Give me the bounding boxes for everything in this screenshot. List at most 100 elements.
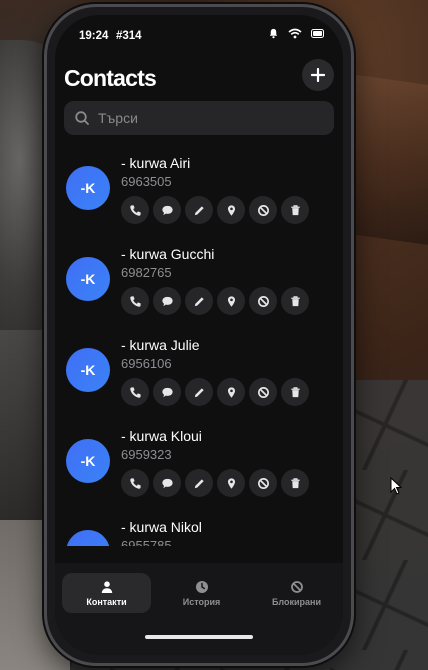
contact-name: - kurwa Nikol bbox=[121, 519, 202, 535]
tab-history[interactable]: История bbox=[157, 573, 246, 613]
location-button[interactable] bbox=[217, 287, 245, 315]
status-icons bbox=[268, 28, 325, 39]
search-input[interactable] bbox=[98, 110, 334, 126]
search-bar[interactable] bbox=[64, 101, 334, 135]
message-button[interactable] bbox=[153, 378, 181, 406]
contact-item[interactable]: -K - kurwa Julie 6956106 bbox=[55, 331, 343, 422]
phone-frame: 19:24 #314 Contacts Търси -K - kurwa Air… bbox=[44, 4, 354, 666]
phone-icon bbox=[129, 477, 141, 489]
status-bar: 19:24 #314 bbox=[55, 15, 343, 55]
block-button[interactable] bbox=[249, 196, 277, 224]
wifi-icon bbox=[288, 28, 302, 39]
edit-button[interactable] bbox=[185, 378, 213, 406]
contact-phone: 6955785 bbox=[121, 538, 172, 546]
phone-icon bbox=[129, 386, 141, 398]
block-icon bbox=[257, 386, 269, 398]
tab-blocked[interactable]: Блокирани bbox=[252, 573, 341, 613]
avatar: -K bbox=[66, 530, 110, 546]
block-button[interactable] bbox=[249, 287, 277, 315]
header: Contacts bbox=[55, 59, 343, 99]
contact-name: - kurwa Airi bbox=[121, 155, 191, 171]
contact-actions bbox=[121, 287, 309, 315]
trash-icon bbox=[290, 204, 300, 215]
contact-phone: 6963505 bbox=[121, 174, 172, 189]
contact-actions bbox=[121, 378, 309, 406]
block-icon bbox=[257, 204, 269, 216]
block-button[interactable] bbox=[249, 378, 277, 406]
edit-button[interactable] bbox=[185, 196, 213, 224]
trash-icon bbox=[290, 386, 300, 397]
bell-icon bbox=[269, 28, 278, 39]
phone-screen: 19:24 #314 Contacts Търси -K - kurwa Air… bbox=[55, 15, 343, 655]
delete-button[interactable] bbox=[281, 378, 309, 406]
page-title: Contacts bbox=[64, 65, 157, 91]
call-button[interactable] bbox=[121, 469, 149, 497]
avatar: -K bbox=[66, 257, 110, 301]
delete-button[interactable] bbox=[281, 196, 309, 224]
block-icon bbox=[290, 580, 303, 593]
search-icon bbox=[75, 111, 89, 125]
message-button[interactable] bbox=[153, 287, 181, 315]
contact-name: - kurwa Julie bbox=[121, 337, 200, 353]
contact-item[interactable]: -K - kurwa Kloui 6959323 bbox=[55, 422, 343, 513]
trash-icon bbox=[290, 295, 300, 306]
home-indicator[interactable] bbox=[145, 635, 253, 639]
avatar: -K bbox=[66, 166, 110, 210]
clock-icon bbox=[195, 580, 208, 593]
message-button[interactable] bbox=[153, 196, 181, 224]
block-button[interactable] bbox=[249, 469, 277, 497]
contact-actions bbox=[121, 196, 309, 224]
block-icon bbox=[257, 295, 269, 307]
call-button[interactable] bbox=[121, 196, 149, 224]
edit-icon bbox=[194, 296, 204, 306]
mouse-cursor-icon bbox=[390, 477, 402, 495]
contact-item[interactable]: -K - kurwa Gucchi 6982765 bbox=[55, 240, 343, 331]
block-icon bbox=[257, 477, 269, 489]
delete-button[interactable] bbox=[281, 469, 309, 497]
add-contact-button[interactable] bbox=[302, 59, 334, 91]
contact-phone: 6956106 bbox=[121, 356, 172, 371]
tab-label: Контакти bbox=[86, 596, 127, 607]
tab-contacts[interactable]: Контакти bbox=[62, 573, 151, 613]
message-icon bbox=[161, 478, 173, 488]
delete-button[interactable] bbox=[281, 287, 309, 315]
trash-icon bbox=[290, 477, 300, 488]
status-time: 19:24 bbox=[79, 30, 109, 42]
contact-name: - kurwa Gucchi bbox=[121, 246, 215, 262]
contact-phone: 6959323 bbox=[121, 447, 172, 462]
location-button[interactable] bbox=[217, 378, 245, 406]
location-button[interactable] bbox=[217, 196, 245, 224]
edit-icon bbox=[194, 205, 204, 215]
contact-item[interactable]: -K - kurwa Nikol 6955785 bbox=[55, 513, 343, 546]
call-button[interactable] bbox=[121, 378, 149, 406]
location-button[interactable] bbox=[217, 469, 245, 497]
avatar: -K bbox=[66, 348, 110, 392]
message-icon bbox=[161, 387, 173, 397]
phone-icon bbox=[129, 204, 141, 216]
contact-actions bbox=[121, 469, 309, 497]
edit-button[interactable] bbox=[185, 287, 213, 315]
location-icon bbox=[227, 204, 235, 216]
phone-icon bbox=[129, 295, 141, 307]
contact-name: - kurwa Kloui bbox=[121, 428, 202, 444]
edit-icon bbox=[194, 478, 204, 488]
edit-button[interactable] bbox=[185, 469, 213, 497]
battery-icon bbox=[311, 29, 324, 38]
location-icon bbox=[227, 295, 235, 307]
message-button[interactable] bbox=[153, 469, 181, 497]
message-icon bbox=[161, 296, 173, 306]
edit-icon bbox=[194, 387, 204, 397]
avatar: -K bbox=[66, 439, 110, 483]
status-id: #314 bbox=[116, 30, 142, 42]
tab-bar: Контакти История Блокирани bbox=[55, 563, 343, 655]
message-icon bbox=[161, 205, 173, 215]
contacts-list: -K - kurwa Airi 6963505 -K - kurwa Gucch… bbox=[55, 149, 343, 546]
contact-phone: 6982765 bbox=[121, 265, 172, 280]
tab-label: История bbox=[182, 596, 221, 607]
person-icon bbox=[101, 580, 112, 593]
plus-icon bbox=[311, 68, 325, 82]
contact-item[interactable]: -K - kurwa Airi 6963505 bbox=[55, 149, 343, 240]
call-button[interactable] bbox=[121, 287, 149, 315]
location-icon bbox=[227, 386, 235, 398]
location-icon bbox=[227, 477, 235, 489]
